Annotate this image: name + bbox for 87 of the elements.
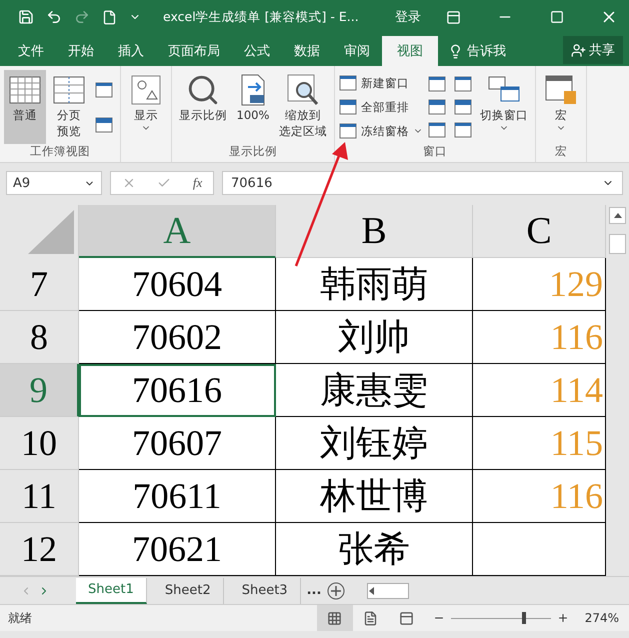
ribbon-display-icon[interactable] xyxy=(446,10,460,24)
search-icon xyxy=(186,73,220,107)
maximize-icon[interactable] xyxy=(550,10,564,24)
window-icon xyxy=(454,76,472,92)
status-text: 就绪 xyxy=(8,610,32,626)
more-sheets-button[interactable]: ... xyxy=(306,583,322,598)
scroll-up-button[interactable] xyxy=(609,207,626,224)
table-cell: 70604 xyxy=(79,258,276,311)
lightbulb-icon xyxy=(448,44,463,58)
window-icon xyxy=(428,76,446,92)
layout-view-icon xyxy=(363,610,378,626)
table-cell: 康惠雯 xyxy=(276,364,473,417)
group-label: 窗口 xyxy=(422,144,448,160)
group-label: 显示比例 xyxy=(228,144,278,160)
zoom-slider-thumb[interactable] xyxy=(522,612,526,624)
window-icon xyxy=(339,99,357,115)
ribbon-tab[interactable]: 插入 xyxy=(106,36,156,66)
window-icon xyxy=(95,116,113,132)
ribbon-button[interactable]: 普通 xyxy=(4,70,46,144)
column-header[interactable]: A xyxy=(79,205,276,258)
add-person-icon xyxy=(571,42,586,58)
ribbon-button[interactable]: 宏 xyxy=(540,70,582,144)
scrollbar-thumb[interactable] xyxy=(609,234,626,254)
table-cell: 刘帅 xyxy=(276,311,473,364)
shapes-icon xyxy=(129,73,163,107)
ribbon-button[interactable]: 冻结窗格 xyxy=(339,121,423,141)
window-icon xyxy=(339,75,357,91)
group-label: 宏 xyxy=(554,144,568,160)
left-arrow-icon[interactable] xyxy=(368,586,376,594)
ribbon-tab[interactable]: 文件 xyxy=(6,36,56,66)
share-button[interactable]: 共享 xyxy=(563,36,623,64)
ribbon-button[interactable]: 显示 xyxy=(125,70,167,144)
tell-me-button[interactable]: 告诉我 xyxy=(438,36,516,66)
formula-field[interactable]: 70616 xyxy=(222,171,623,195)
ribbon-button[interactable]: 全部重排 xyxy=(339,97,423,117)
ribbon-button[interactable]: 新建窗口 xyxy=(339,73,423,93)
table-cell: 70611 xyxy=(79,470,276,523)
ribbon-tab[interactable]: 开始 xyxy=(56,36,106,66)
group-label: 工作簿视图 xyxy=(29,144,91,160)
ribbon-button[interactable]: 显示比例 xyxy=(176,70,230,144)
row-header[interactable]: 9 xyxy=(0,364,79,417)
row-header[interactable]: 8 xyxy=(0,311,79,364)
window-icon xyxy=(339,123,357,139)
view-button[interactable] xyxy=(316,605,353,631)
window-icon xyxy=(95,82,113,98)
add-sheet-icon[interactable] xyxy=(327,582,346,600)
table-cell: 林世博 xyxy=(276,470,473,523)
insert-function-button[interactable]: fx xyxy=(192,175,202,191)
row-header[interactable]: 7 xyxy=(0,258,79,311)
macro-icon xyxy=(544,73,578,107)
ribbon-button[interactable]: 切换窗口 xyxy=(477,70,531,144)
zoom-percentage[interactable]: 274% xyxy=(584,611,619,625)
ribbon-tab[interactable]: 公式 xyxy=(232,36,282,66)
window-icon xyxy=(454,122,472,138)
table-cell: 刘钰婷 xyxy=(276,417,473,470)
column-header[interactable]: B xyxy=(276,205,473,258)
normal-view-icon xyxy=(327,610,342,626)
zoom-in-icon[interactable] xyxy=(556,612,569,624)
table-cell: 70602 xyxy=(79,311,276,364)
window-icon xyxy=(428,98,446,115)
window-icon xyxy=(454,98,472,115)
window-title: excel学生成绩单 [兼容模式] - E... xyxy=(163,8,359,26)
table-cell: 70607 xyxy=(79,417,276,470)
ribbon-button[interactable]: 缩放到 选定区域 xyxy=(276,70,330,144)
horizontal-scrollbar[interactable] xyxy=(367,582,410,598)
up-arrow-icon xyxy=(614,213,622,218)
zoom-selection-icon xyxy=(286,73,320,107)
row-header[interactable]: 10 xyxy=(0,417,79,470)
pagebreak-view-icon xyxy=(399,610,414,626)
ribbon-tab[interactable]: 视图 xyxy=(382,36,438,66)
table-cell: 韩雨萌 xyxy=(276,258,473,311)
column-header[interactable]: C xyxy=(473,205,606,258)
ribbon-tab[interactable]: 审阅 xyxy=(332,36,382,66)
ribbon-tab[interactable]: 页面布局 xyxy=(156,36,232,66)
save-icon[interactable] xyxy=(18,9,34,25)
sheet-tab[interactable]: Sheet1 xyxy=(76,578,147,604)
ribbon-button[interactable]: 100% xyxy=(232,70,274,144)
row-header[interactable]: 11 xyxy=(0,470,79,523)
sign-in-link[interactable]: 登录 xyxy=(395,8,421,26)
new-file-icon[interactable] xyxy=(102,10,117,24)
name-box[interactable]: A9 xyxy=(6,171,102,195)
row-header[interactable]: 12 xyxy=(0,523,79,576)
ribbon-tab[interactable]: 数据 xyxy=(282,36,332,66)
active-cell: 70616 xyxy=(79,364,276,417)
window-icon xyxy=(428,122,446,138)
ribbon-button[interactable]: 分页 预览 xyxy=(48,70,90,144)
undo-icon[interactable] xyxy=(46,9,62,25)
